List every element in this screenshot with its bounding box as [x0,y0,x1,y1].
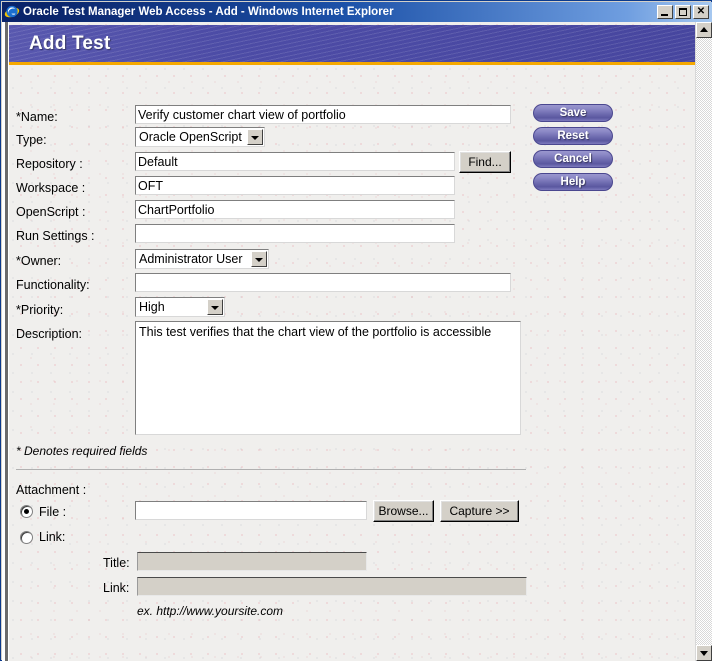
minimize-button[interactable] [657,5,673,19]
page-content: Add Test *Name: Type: Oracle OpenScript [2,22,695,661]
repository-input[interactable] [135,152,455,171]
type-select[interactable]: Oracle OpenScript [135,127,265,147]
page-scrollbar[interactable] [695,22,712,661]
description-textarea[interactable] [135,321,521,435]
attachment-title-input[interactable] [137,552,367,571]
name-input[interactable] [135,105,511,124]
window-frame: Oracle Test Manager Web Access - Add - W… [0,0,712,661]
attachment-title-label: Title: [103,556,130,570]
chevron-down-icon[interactable] [251,251,267,267]
functionality-input[interactable] [135,273,511,292]
window-title: Oracle Test Manager Web Access - Add - W… [23,6,394,18]
owner-label: *Owner: [16,254,62,268]
find-button[interactable]: Find... [459,151,511,173]
attachment-file-label: File : [39,505,67,519]
save-button[interactable]: Save [533,104,613,122]
owner-select-value: Administrator User [139,252,243,266]
browser-window: Oracle Test Manager Web Access - Add - W… [0,0,712,661]
workspace-input[interactable] [135,176,455,195]
section-divider [16,469,526,470]
cancel-button[interactable]: Cancel [533,150,613,168]
maximize-button[interactable] [675,5,691,19]
chevron-down-icon[interactable] [207,299,223,315]
attachment-link-radio[interactable] [20,531,33,544]
window-controls: ✕ [657,5,712,19]
type-label: Type: [16,133,47,147]
owner-select[interactable]: Administrator User [135,249,269,269]
type-select-value: Oracle OpenScript [139,130,242,144]
priority-select-value: High [139,300,165,314]
openscript-label: OpenScript : [16,205,86,219]
required-fields-note: * Denotes required fields [16,444,148,458]
window-titlebar: Oracle Test Manager Web Access - Add - W… [2,2,712,22]
close-icon: ✕ [696,6,706,17]
priority-select[interactable]: High [135,297,225,317]
browse-button[interactable]: Browse... [373,500,434,522]
internet-explorer-icon [4,4,20,20]
attachment-linkfield-label: Link: [103,581,130,595]
browser-client-area: Add Test *Name: Type: Oracle OpenScript [2,22,712,661]
openscript-input[interactable] [135,200,455,219]
help-button[interactable]: Help [533,173,613,191]
description-label: Description: [16,327,82,341]
attachment-file-input[interactable] [135,501,367,520]
capture-button[interactable]: Capture >> [440,500,519,522]
page-banner: Add Test [9,25,695,62]
repository-label: Repository : [16,157,83,171]
attachment-link-input[interactable] [137,577,527,596]
name-label: *Name: [16,110,58,124]
attachment-link-label: Link: [39,530,66,544]
reset-button[interactable]: Reset [533,127,613,145]
attachment-file-radio[interactable] [20,505,33,518]
functionality-label: Functionality: [16,278,90,292]
run-settings-label: Run Settings : [16,229,95,243]
page-title: Add Test [29,33,111,54]
priority-label: *Priority: [16,303,64,317]
attachment-heading: Attachment : [16,483,87,497]
scroll-up-icon[interactable] [696,22,712,38]
page-left-rail [2,22,9,661]
attachment-example-text: ex. http://www.yoursite.com [137,604,284,618]
banner-underline [9,62,695,65]
workspace-label: Workspace : [16,181,86,195]
scroll-down-icon[interactable] [696,645,712,661]
close-button[interactable]: ✕ [693,5,709,19]
run-settings-input[interactable] [135,224,455,243]
chevron-down-icon[interactable] [247,129,263,145]
